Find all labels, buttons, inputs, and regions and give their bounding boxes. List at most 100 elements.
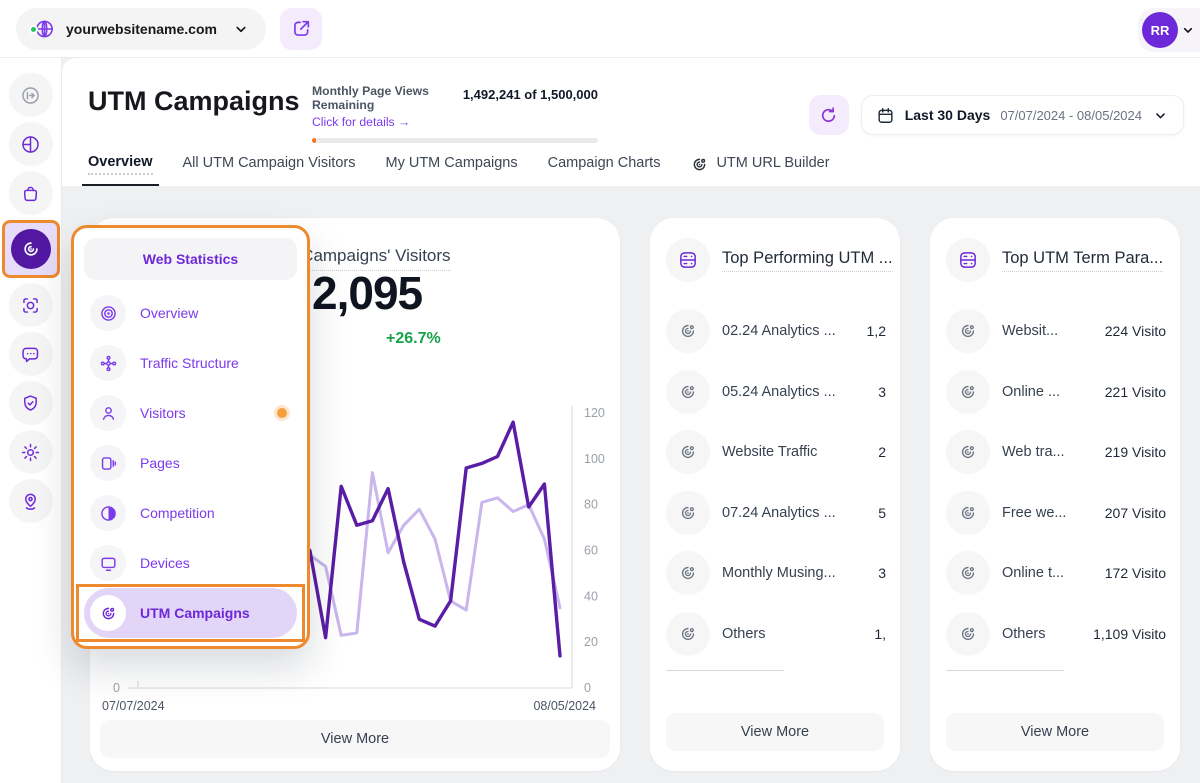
sidebar-item-tracking[interactable] (9, 283, 53, 327)
tab-label: Campaign Charts (548, 155, 661, 174)
utm-spiral-icon (678, 563, 698, 583)
quota-details-link[interactable]: Click for details → (312, 115, 410, 129)
item-label: Web tra... (1002, 444, 1065, 460)
menu-item-label: Traffic Structure (140, 355, 239, 371)
shield-icon (20, 393, 41, 414)
item-label: 07.24 Analytics ... (722, 505, 836, 521)
shopping-bag-icon (20, 183, 41, 204)
list-item[interactable]: Web tra...219 Visito (946, 422, 1180, 483)
menu-item-label: UTM Campaigns (140, 605, 250, 621)
tab-campaign-charts[interactable]: Campaign Charts (548, 154, 661, 186)
quota-value: 1,492,241 of 1,500,000 (463, 87, 598, 131)
date-range-picker[interactable]: Last 30 Days 07/07/2024 - 08/05/2024 (861, 95, 1184, 135)
divider (666, 670, 784, 671)
refresh-button[interactable] (809, 95, 849, 135)
quota-label: Monthly Page Views Remaining (312, 84, 463, 112)
profile-menu[interactable]: RR (1138, 8, 1200, 52)
list-item[interactable]: 07.24 Analytics ...5 (666, 483, 900, 544)
list-item[interactable]: 05.24 Analytics ...3 (666, 362, 900, 423)
list-item[interactable]: Websit... 224 Visito (946, 301, 1180, 362)
menu-item-devices[interactable]: Devices (84, 538, 297, 588)
card-header: Top UTM Term Para... (930, 218, 1180, 282)
tab-my-utm-campaigns[interactable]: My UTM Campaigns (385, 154, 517, 186)
menu-item-pages[interactable]: Pages (84, 438, 297, 488)
open-website-button[interactable] (280, 8, 322, 50)
list-item[interactable]: 02.24 Analytics ...1,2 (666, 301, 900, 362)
item-value: 3 (878, 565, 886, 581)
pie-chart-icon (20, 134, 41, 155)
menu-item-icon-circle (90, 345, 126, 381)
menu-item-utm-campaigns[interactable]: UTM Campaigns (84, 588, 297, 638)
utm-spiral-icon (958, 624, 978, 644)
sidebar-item-feedback[interactable] (9, 332, 53, 376)
radar-icon (20, 238, 42, 260)
list-item[interactable]: Website Traffic2 (666, 422, 900, 483)
card-icon-circle (946, 238, 990, 282)
sidebar-item-store[interactable] (9, 171, 53, 215)
menu-item-label: Pages (140, 455, 180, 471)
topbar: yourwebsitename.com RR (0, 0, 1200, 58)
utm-spiral-icon (958, 442, 978, 462)
list-item[interactable]: Others1,109 Visito (946, 604, 1180, 665)
sidebar-item-expand[interactable] (9, 73, 53, 117)
menu-item-overview[interactable]: Overview (84, 288, 297, 338)
refresh-icon (818, 105, 839, 126)
list-item[interactable]: Online ...221 Visito (946, 362, 1180, 423)
web-statistics-menu: Web Statistics Overview Traffic Structure… (71, 225, 310, 649)
item-icon-circle (946, 612, 990, 656)
tab-all-utm-campaign-visitors[interactable]: All UTM Campaign Visitors (183, 154, 356, 186)
sidebar-item-location[interactable] (9, 479, 53, 523)
avatar: RR (1142, 12, 1178, 48)
monitor-icon (99, 554, 118, 573)
item-icon-circle (666, 612, 710, 656)
list-item[interactable]: Monthly Musing... 3 (666, 543, 900, 604)
list-item[interactable]: Online t...172 Visito (946, 543, 1180, 604)
website-selector[interactable]: yourwebsitename.com (16, 8, 266, 50)
menu-item-icon-circle (90, 445, 126, 481)
tab-utm-url-builder[interactable]: UTM URL Builder (690, 154, 829, 186)
menu-item-icon-circle (90, 595, 126, 631)
pages-icon (99, 454, 118, 473)
menu-header: Web Statistics (84, 238, 297, 280)
person-icon (99, 404, 118, 423)
card-top-utm-term-parameters: Top UTM Term Para... Websit... 224 Visito O… (930, 218, 1180, 771)
sidebar-item-web-statistics[interactable] (2, 220, 60, 278)
item-icon-circle (946, 370, 990, 414)
menu-item-traffic-structure[interactable]: Traffic Structure (84, 338, 297, 388)
utm-spiral-icon (958, 563, 978, 583)
quota-progress-bar (312, 138, 598, 143)
sidebar-item-settings[interactable] (9, 430, 53, 474)
item-label: Online t... (1002, 565, 1064, 581)
tab-overview[interactable]: Overview (88, 154, 153, 186)
item-value: 1,2 (867, 323, 886, 339)
server-icon (677, 249, 699, 271)
sidebar-item-analytics[interactable] (9, 122, 53, 166)
location-pin-icon (20, 491, 41, 512)
chevron-down-icon (232, 20, 250, 38)
contrast-icon (99, 504, 118, 523)
chart-change-badge: +26.7% (386, 330, 441, 348)
view-more-button[interactable]: View More (666, 713, 884, 751)
item-label: Others (1002, 626, 1046, 642)
quota-progress-fill (312, 138, 316, 143)
item-label: Monthly Musing... (722, 565, 836, 581)
list-item[interactable]: Free we...207 Visito (946, 483, 1180, 544)
svg-text:100: 100 (584, 452, 605, 466)
svg-text:40: 40 (584, 589, 598, 603)
item-value: 224 Visito (1105, 323, 1166, 339)
menu-item-competition[interactable]: Competition (84, 488, 297, 538)
menu-item-label: Visitors (140, 405, 186, 421)
server-icon (957, 249, 979, 271)
menu-item-visitors[interactable]: Visitors (84, 388, 297, 438)
list-item[interactable]: Others1, (666, 604, 900, 665)
view-more-button[interactable]: View More (946, 713, 1164, 751)
menu-item-label: Devices (140, 555, 190, 571)
item-icon-circle (666, 370, 710, 414)
item-label: Websit... (1002, 323, 1058, 339)
chevron-down-icon (1152, 107, 1169, 124)
sidebar-item-security[interactable] (9, 381, 53, 425)
calendar-icon (876, 106, 895, 125)
svg-text:0: 0 (113, 681, 120, 695)
item-label: Website Traffic (722, 444, 817, 460)
view-more-button[interactable]: View More (100, 720, 610, 758)
